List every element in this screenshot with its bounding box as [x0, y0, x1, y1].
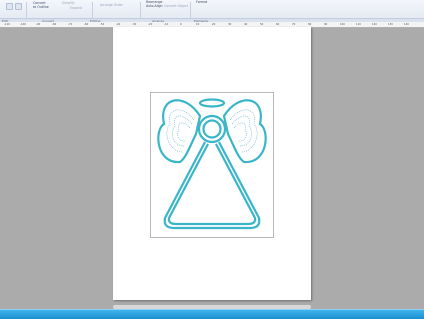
format-button[interactable]: Format: [196, 0, 207, 5]
angel-embroidery-design[interactable]: [150, 86, 274, 238]
ruler-tick-label: -90: [36, 23, 41, 26]
ruler-tick-label: 100: [340, 23, 345, 26]
ruler-tick-label: 130: [388, 23, 393, 26]
arrange-order-button[interactable]: Arrange Order: [100, 3, 123, 8]
ruler-tick-label: 120: [372, 23, 377, 26]
expand-button[interactable]: Expand: [70, 6, 82, 11]
convert-object-button[interactable]: Convert Object: [164, 4, 188, 9]
convert-outline-label: to Outline: [33, 5, 49, 9]
ribbon-toolbar: Convert to Outline Simplify Expand Arran…: [0, 0, 424, 23]
ruler-tick-label: -110: [4, 23, 10, 26]
ruler-tick-label: -80: [52, 23, 57, 26]
ruler-tick-label: 140: [404, 23, 409, 26]
angel-outline: [157, 98, 267, 230]
ruler-tick-label: -70: [68, 23, 73, 26]
undo-icon[interactable]: [6, 3, 13, 10]
ruler-tick-label: -100: [20, 23, 26, 26]
ruler-tick-label: 90: [324, 23, 328, 26]
ruler-tick-label: 110: [356, 23, 361, 26]
ruler-tick-label: -50: [100, 23, 105, 26]
auto-align-label: Auto-Align: [146, 4, 163, 8]
redo-icon[interactable]: [15, 3, 22, 10]
ruler-tick-label: -60: [84, 23, 89, 26]
